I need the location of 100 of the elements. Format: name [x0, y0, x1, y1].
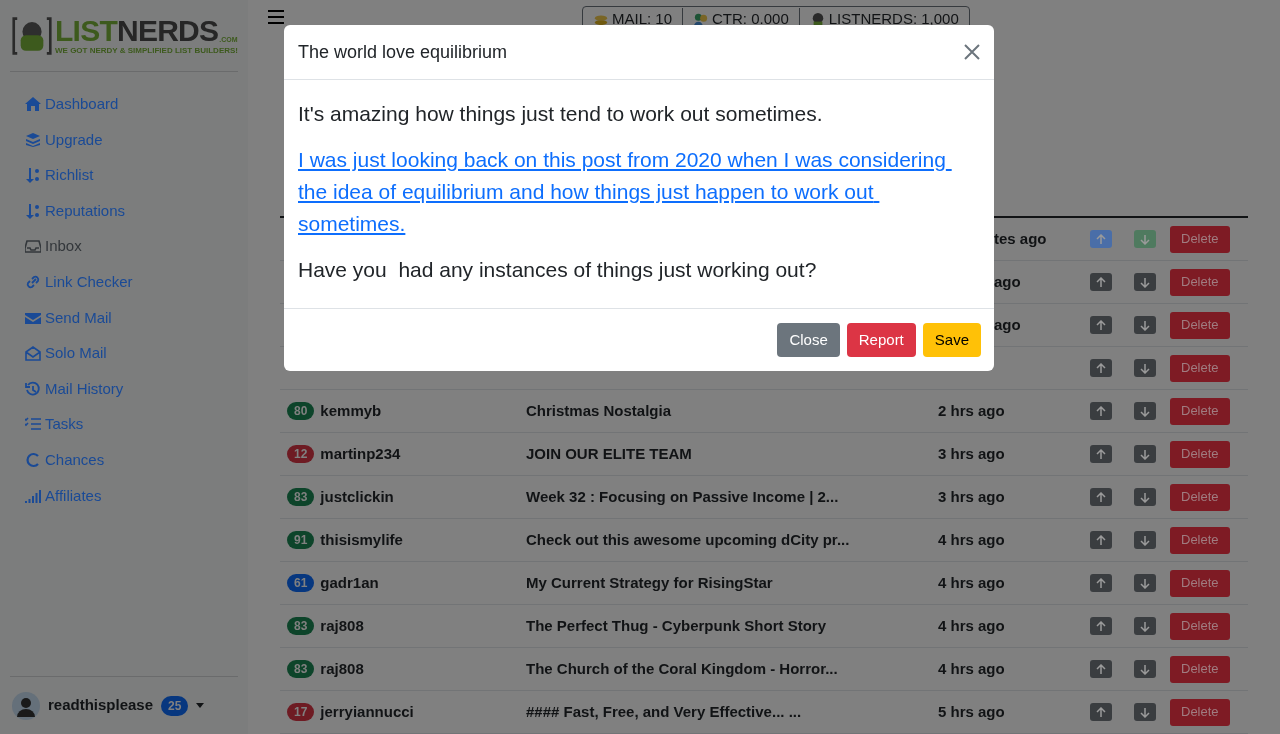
upvote-button[interactable]	[1090, 660, 1112, 678]
downvote-button[interactable]	[1134, 574, 1156, 592]
inbox-icon	[25, 238, 41, 255]
sidebar-item[interactable]: Send Mail	[25, 305, 238, 330]
sidebar-item[interactable]: Chances	[25, 447, 238, 472]
upvote-button[interactable]	[1090, 273, 1112, 291]
avatar-icon[interactable]	[12, 691, 40, 720]
sidebar-item[interactable]: Richlist	[25, 163, 238, 188]
post-title[interactable]: Christmas Nostalgia	[526, 401, 672, 419]
down-arrow-icon	[1140, 534, 1150, 546]
upvote-button[interactable]	[1090, 359, 1112, 377]
downvote-button[interactable]	[1134, 359, 1156, 377]
close-icon[interactable]	[964, 44, 980, 60]
delete-button[interactable]: Delete	[1170, 225, 1230, 253]
stat-label: CTR: 0.000	[712, 11, 789, 27]
paragraph: It's amazing how things just tend to work out sometimes.	[298, 101, 824, 127]
sidebar-item[interactable]: Tasks	[25, 412, 238, 437]
downvote-button[interactable]	[1134, 402, 1156, 420]
delete-button[interactable]: Delete	[1170, 311, 1230, 339]
upvote-button[interactable]	[1090, 488, 1112, 506]
down-arrow-icon	[1140, 577, 1150, 589]
score-badge: 61	[287, 574, 315, 592]
stat-label: LISTNERDS: 1,000	[828, 11, 959, 27]
up-arrow-icon	[1096, 362, 1106, 374]
delete-button[interactable]: Delete	[1170, 698, 1230, 726]
checklist-icon	[25, 416, 41, 433]
down-arrow-icon	[1140, 362, 1150, 374]
delete-button[interactable]: Delete	[1170, 440, 1230, 468]
delete-button[interactable]: Delete	[1170, 526, 1230, 554]
time-text: 4 hrs ago	[938, 572, 1005, 593]
post-title[interactable]: The Church of the Coral Kingdom - Horror...	[526, 659, 838, 677]
time-text: 4 hrs ago	[938, 658, 1005, 679]
down-arrow-icon	[1140, 448, 1150, 460]
upvote-button[interactable]	[1090, 703, 1112, 721]
delete-button[interactable]: Delete	[1170, 655, 1230, 683]
post-title[interactable]: JOIN OUR ELITE TEAM	[526, 444, 692, 462]
post-title[interactable]: The Perfect Thug - Cyberpunk Short Story	[526, 616, 827, 634]
upvote-button[interactable]	[1090, 574, 1112, 592]
caret-icon[interactable]	[196, 703, 205, 708]
up-arrow-icon	[1096, 577, 1106, 589]
paragraph: Have you had any instances of things just working out?	[298, 257, 818, 283]
delete-button[interactable]: Delete	[1170, 483, 1230, 511]
username[interactable]: raj808	[320, 614, 364, 638]
link-icon	[25, 273, 41, 290]
downvote-button[interactable]	[1134, 703, 1156, 721]
username[interactable]: jerryiannucci	[320, 700, 414, 724]
downvote-button[interactable]	[1134, 660, 1156, 678]
save-button[interactable]: Save	[922, 323, 981, 357]
post-title[interactable]: Week 32 : Focusing on Passive Income | 2...	[526, 487, 839, 505]
down-arrow-icon	[1140, 663, 1150, 675]
sidebar-item[interactable]: Upgrade	[25, 127, 238, 152]
downvote-button[interactable]	[1134, 617, 1156, 635]
username[interactable]: gadr1an	[320, 571, 379, 595]
upvote-button[interactable]	[1090, 402, 1112, 420]
sidebar-item[interactable]: Solo Mail	[25, 341, 238, 366]
delete-button[interactable]: Delete	[1170, 397, 1230, 425]
username[interactable]: thisismylife	[320, 528, 403, 552]
username[interactable]: martinp234	[320, 442, 401, 466]
score-badge: 83	[287, 660, 315, 678]
sidebar-item[interactable]: Link Checker	[25, 269, 238, 294]
post-title[interactable]: #### Fast, Free, and Very Effective... ...	[526, 702, 802, 720]
post-link[interactable]: I was just looking back on this post from 2020 when I was considering the idea of equilibrium and how things just happen to work out sometimes.	[298, 144, 980, 240]
delete-button[interactable]: Delete	[1170, 268, 1230, 296]
sidebar-item[interactable]: Inbox	[25, 234, 238, 259]
downvote-button[interactable]	[1134, 488, 1156, 506]
upvote-button[interactable]	[1090, 531, 1112, 549]
report-button[interactable]: Report	[846, 323, 916, 357]
sidebar-item[interactable]: Mail History	[25, 376, 238, 401]
signal-bars-icon	[25, 487, 41, 504]
upvote-button[interactable]	[1090, 617, 1112, 635]
downvote-button[interactable]	[1134, 316, 1156, 334]
username[interactable]: readthisplease	[48, 694, 154, 717]
open-envelope-icon	[25, 345, 41, 362]
username[interactable]: raj808	[320, 657, 364, 681]
post-title[interactable]: My Current Strategy for RisingStar	[526, 573, 773, 591]
logo-text: NERDS	[117, 15, 219, 46]
c-letter-icon	[25, 451, 41, 468]
upvote-button[interactable]	[1090, 445, 1112, 463]
sidebar-item[interactable]: Dashboard	[25, 92, 238, 116]
post-title[interactable]: Check out this awesome upcoming dCity pr...	[526, 530, 850, 548]
downvote-button[interactable]	[1134, 531, 1156, 549]
username[interactable]: justclickin	[320, 485, 394, 509]
delete-button[interactable]: Delete	[1170, 569, 1230, 597]
username[interactable]: kemmyb	[320, 399, 382, 423]
delete-button[interactable]: Delete	[1170, 612, 1230, 640]
home-icon	[25, 96, 41, 112]
downvote-button[interactable]	[1134, 273, 1156, 291]
up-arrow-icon	[1096, 663, 1106, 675]
score-badge: 83	[287, 617, 315, 635]
sidebar-item[interactable]: Reputations	[25, 198, 238, 223]
delete-button[interactable]: Delete	[1170, 354, 1230, 382]
up-arrow-icon	[1096, 276, 1106, 288]
menu-icon[interactable]	[268, 10, 284, 24]
upvote-button[interactable]	[1090, 316, 1112, 334]
down-arrow-icon	[1140, 405, 1150, 417]
sidebar-item[interactable]: Affiliates	[25, 483, 238, 508]
downvote-button[interactable]	[1134, 445, 1156, 463]
down-arrow-icon	[1140, 706, 1150, 718]
close-button[interactable]: Close	[777, 323, 840, 357]
logo-tagline: WE GOT NERDY & SIMPLIFIED LIST BUILDERS!	[55, 45, 238, 56]
